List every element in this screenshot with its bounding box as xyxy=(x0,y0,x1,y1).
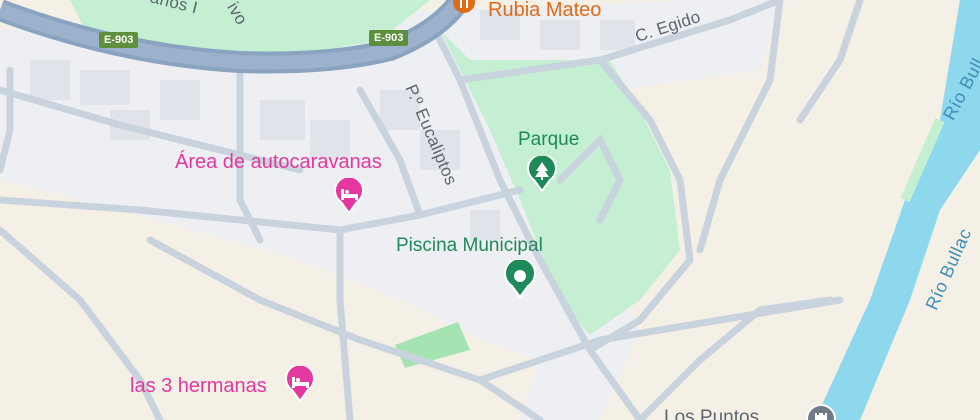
restaurant-pin[interactable] xyxy=(452,0,476,19)
dot-pin-icon xyxy=(504,257,536,299)
highway-shield-e903-left: E-903 xyxy=(99,32,139,49)
tree-icon xyxy=(527,153,557,193)
lodging-pin-3-hermanas[interactable] xyxy=(285,363,315,407)
poi-label-partial-bottom[interactable]: Los Puntos xyxy=(664,408,759,420)
castle-icon xyxy=(806,404,836,420)
pool-pin[interactable] xyxy=(504,257,536,303)
poi-label-parque[interactable]: Parque xyxy=(518,130,579,149)
lodging-pin-autocaravanas[interactable] xyxy=(334,175,364,219)
map-canvas[interactable]: E-903 E-903 anos I ivo C. Egido P.º Euca… xyxy=(0,0,980,420)
poi-label-area-autocaravanas[interactable]: Área de autocaravanas xyxy=(175,152,382,172)
park-pin[interactable] xyxy=(527,153,557,197)
bed-icon xyxy=(285,363,315,403)
monument-pin[interactable] xyxy=(806,404,836,420)
poi-label-rubia-mateo[interactable]: Rubia Mateo xyxy=(488,0,601,20)
highway-shield-e903-right: E-903 xyxy=(369,30,409,47)
poi-label-las-3-hermanas[interactable]: las 3 hermanas xyxy=(130,376,267,396)
restaurant-icon xyxy=(453,0,475,13)
poi-label-piscina-municipal[interactable]: Piscina Municipal xyxy=(396,236,543,255)
bed-icon xyxy=(334,175,364,215)
map-base-layer xyxy=(0,0,980,420)
